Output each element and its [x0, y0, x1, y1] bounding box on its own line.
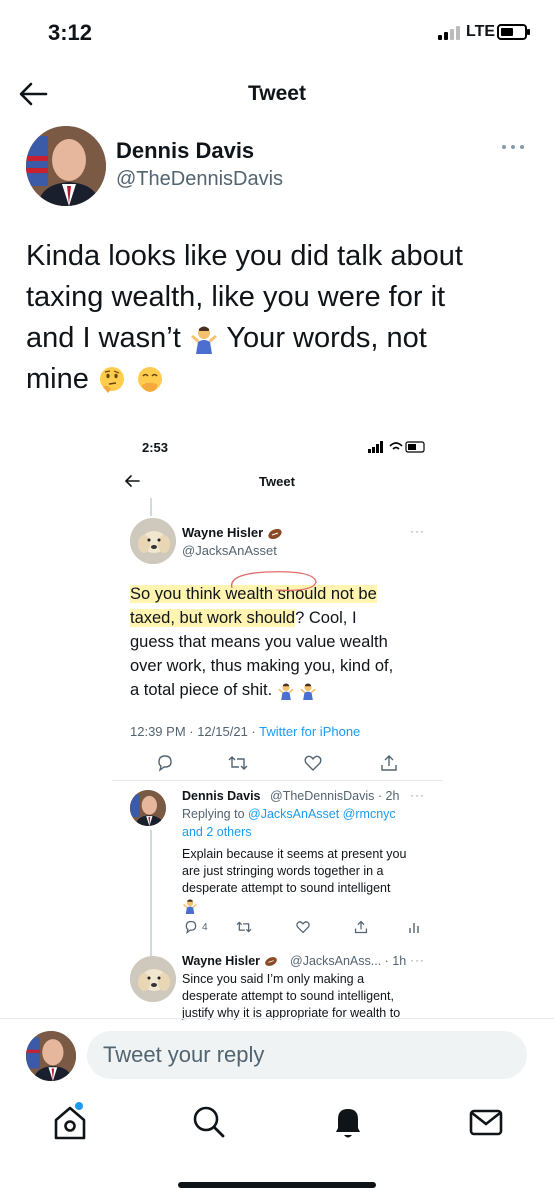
network-type: LTE — [466, 23, 496, 40]
person-shrugging-emoji — [190, 326, 217, 355]
avatar — [130, 956, 176, 1002]
reply-text-line: desperate attempt to sound intelligent — [182, 881, 391, 895]
thinking-face-emoji — [99, 367, 124, 394]
avatar[interactable] — [26, 1031, 76, 1081]
reply-count: 4 — [202, 922, 208, 933]
divider — [112, 780, 442, 781]
battery-icon — [497, 24, 530, 40]
replying-others: and 2 others — [182, 825, 252, 839]
tweet-author: Dennis Davis @TheDennisDavis — [26, 126, 526, 206]
embedded-tweet-meta: 12:39 PM · 12/15/21 · Twitter for iPhone — [130, 724, 361, 739]
search-icon[interactable] — [187, 1102, 231, 1142]
share-icon — [381, 755, 397, 771]
page-title: Tweet — [248, 82, 306, 105]
reply-icon — [185, 920, 197, 934]
retweet-icon — [236, 921, 252, 933]
tweet-text: Kinda looks like you did talk about taxi… — [26, 236, 536, 400]
tweet-text-line: taxing wealth, like you were for it — [26, 281, 446, 313]
reply-text-line: are just stringing words together in a — [182, 864, 384, 878]
thread-line — [150, 498, 152, 516]
embedded-reply-author: Wayne Hisler — [182, 953, 278, 970]
reply-icon — [158, 755, 172, 772]
tweet-text-line: Kinda looks like you did talk about — [26, 240, 463, 272]
replying-to: Replying to @JacksAnAsset @rmcnyc — [182, 807, 396, 821]
embedded-reply-author: Dennis Davis — [182, 789, 261, 803]
top-nav: Tweet — [0, 66, 554, 122]
bottom-tab-bar — [0, 1090, 554, 1200]
embedded-page-title: Tweet — [259, 474, 295, 489]
notifications-icon[interactable] — [326, 1102, 370, 1142]
embedded-reply-handle: @TheDennisDavis · 2h — [270, 789, 400, 803]
reply-composer — [0, 1018, 554, 1090]
football-emoji — [268, 528, 282, 539]
home-icon[interactable] — [48, 1102, 92, 1142]
avatar — [130, 518, 176, 564]
embedded-reply-action-bar: 4 — [184, 920, 424, 936]
football-emoji — [264, 957, 277, 967]
embedded-reply-handle: @JacksAnAss... · 1h — [290, 954, 407, 968]
reply-text-line: Since you said I’m only making a — [182, 972, 365, 986]
thread-line — [150, 830, 152, 962]
embedded-action-bar — [156, 754, 406, 774]
more-horizontal-icon[interactable] — [500, 142, 526, 152]
home-indicator — [178, 1182, 376, 1188]
person-shrugging-emoji — [183, 899, 197, 914]
share-icon — [354, 920, 368, 934]
author-name[interactable]: Dennis Davis — [116, 138, 254, 164]
more-horizontal-icon: ··· — [410, 788, 425, 802]
status-time: 3:12 — [48, 20, 93, 45]
avatar — [130, 790, 166, 826]
reply-text-line: desperate attempt to sound intelligent, — [182, 989, 394, 1003]
notification-dot — [75, 1102, 83, 1110]
embedded-status-icons — [368, 441, 425, 453]
reply-text-line: Explain because it seems at present you — [182, 847, 407, 861]
signal-strength-icon — [438, 24, 460, 40]
tweet-text-line: and I wasn’t Your words, not — [26, 322, 427, 355]
more-horizontal-icon: ··· — [410, 953, 425, 967]
like-icon — [304, 755, 322, 771]
like-icon — [296, 921, 310, 934]
person-shrugging-emoji — [300, 683, 317, 700]
reply-input[interactable] — [87, 1031, 527, 1079]
analytics-icon — [409, 923, 419, 933]
embedded-author-name: Wayne Hisler — [182, 525, 283, 540]
face-with-hand-over-mouth-emoji — [137, 367, 162, 393]
person-shrugging-emoji — [277, 683, 294, 700]
embedded-author-handle: @JacksAnAsset — [182, 543, 277, 558]
embedded-status-time: 2:53 — [142, 440, 169, 455]
more-horizontal-icon: ··· — [410, 524, 425, 538]
author-handle[interactable]: @TheDennisDavis — [116, 168, 283, 191]
retweet-icon — [228, 756, 248, 770]
status-bar: 3:12 LTE — [0, 0, 554, 66]
avatar[interactable] — [26, 126, 106, 206]
tweet-text-line: mine — [26, 359, 536, 400]
messages-icon[interactable] — [464, 1102, 508, 1142]
hand-drawn-circle-annotation — [231, 571, 317, 591]
embedded-tweet-text: So you think wealth should not be taxed,… — [130, 571, 430, 702]
embedded-screenshot[interactable]: 2:53 Tweet Wayne Hisler @JacksAnAsset ··… — [112, 426, 442, 1022]
